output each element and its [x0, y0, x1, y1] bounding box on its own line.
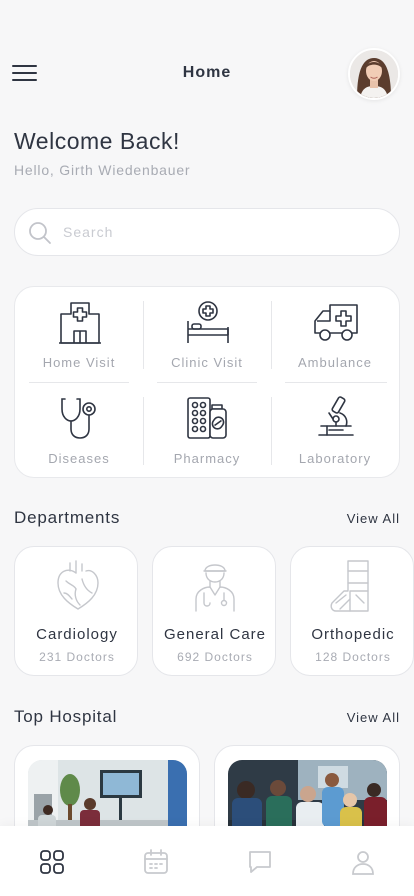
search-bar[interactable]	[14, 208, 400, 256]
hospitals-view-all-link[interactable]: View All	[347, 710, 400, 725]
avatar[interactable]	[348, 48, 400, 100]
welcome-subtitle: Hello, Girth Wiedenbauer	[14, 162, 191, 178]
leg-cast-icon	[330, 560, 369, 612]
services-card: Home Visit Clinic Visit Ambulance Diseas…	[14, 286, 400, 478]
department-card-cardiology[interactable]: Cardiology 231 Doctors	[14, 546, 138, 676]
calendar-icon[interactable]	[142, 848, 170, 876]
service-label: Clinic Visit	[171, 355, 243, 370]
top-bar: Home	[0, 44, 414, 102]
service-label: Pharmacy	[173, 451, 241, 466]
service-clinic-visit[interactable]: Clinic Visit	[143, 289, 271, 383]
chat-icon[interactable]	[246, 848, 274, 876]
ambulance-icon	[314, 304, 358, 341]
service-label: Ambulance	[297, 355, 373, 370]
service-laboratory[interactable]: Laboratory	[271, 385, 399, 479]
search-icon	[29, 222, 51, 244]
clinic-visit-icon	[187, 301, 229, 343]
department-doctor-count: 128 Doctors	[315, 650, 391, 664]
doctor-icon	[195, 564, 235, 612]
home-visit-icon	[59, 302, 101, 344]
departments-heading: Departments	[14, 508, 121, 527]
service-home-visit[interactable]: Home Visit	[15, 289, 143, 383]
departments-view-all-link[interactable]: View All	[347, 511, 400, 526]
grid-icon[interactable]	[38, 848, 66, 876]
department-card-orthopedic[interactable]: Orthopedic 128 Doctors	[290, 546, 414, 676]
pharmacy-icon	[187, 397, 227, 439]
service-ambulance[interactable]: Ambulance	[271, 289, 399, 383]
department-doctor-count: 231 Doctors	[39, 650, 115, 664]
search-input[interactable]	[63, 217, 383, 247]
service-label: Laboratory	[298, 451, 372, 466]
department-name: Orthopedic	[311, 626, 395, 643]
service-label: Home Visit	[42, 355, 116, 370]
microscope-icon	[318, 396, 354, 436]
service-diseases[interactable]: Diseases	[15, 385, 143, 479]
service-pharmacy[interactable]: Pharmacy	[143, 385, 271, 479]
stethoscope-icon	[61, 398, 96, 439]
department-name: Cardiology	[36, 626, 118, 643]
bottom-tab-bar	[0, 826, 414, 896]
welcome-heading: Welcome Back!	[14, 128, 180, 154]
department-name: General Care	[163, 626, 267, 643]
top-hospital-heading: Top Hospital	[14, 707, 118, 726]
department-doctor-count: 692 Doctors	[177, 650, 253, 664]
department-card-general-care[interactable]: General Care 692 Doctors	[152, 546, 276, 676]
service-label: Diseases	[48, 451, 110, 466]
profile-icon[interactable]	[349, 848, 377, 876]
heart-icon	[57, 560, 99, 610]
